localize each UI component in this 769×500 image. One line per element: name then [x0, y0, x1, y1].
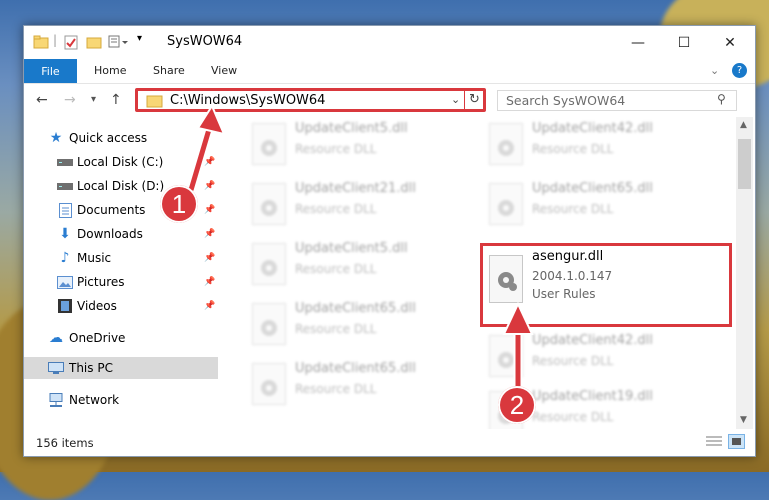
annotation-overlay	[186, 103, 534, 386]
callout-badge-2: 2	[498, 386, 536, 424]
callout-arrow-2	[502, 301, 534, 386]
callout-arrow-1	[186, 103, 226, 192]
callout-badge-1: 1	[160, 185, 198, 223]
